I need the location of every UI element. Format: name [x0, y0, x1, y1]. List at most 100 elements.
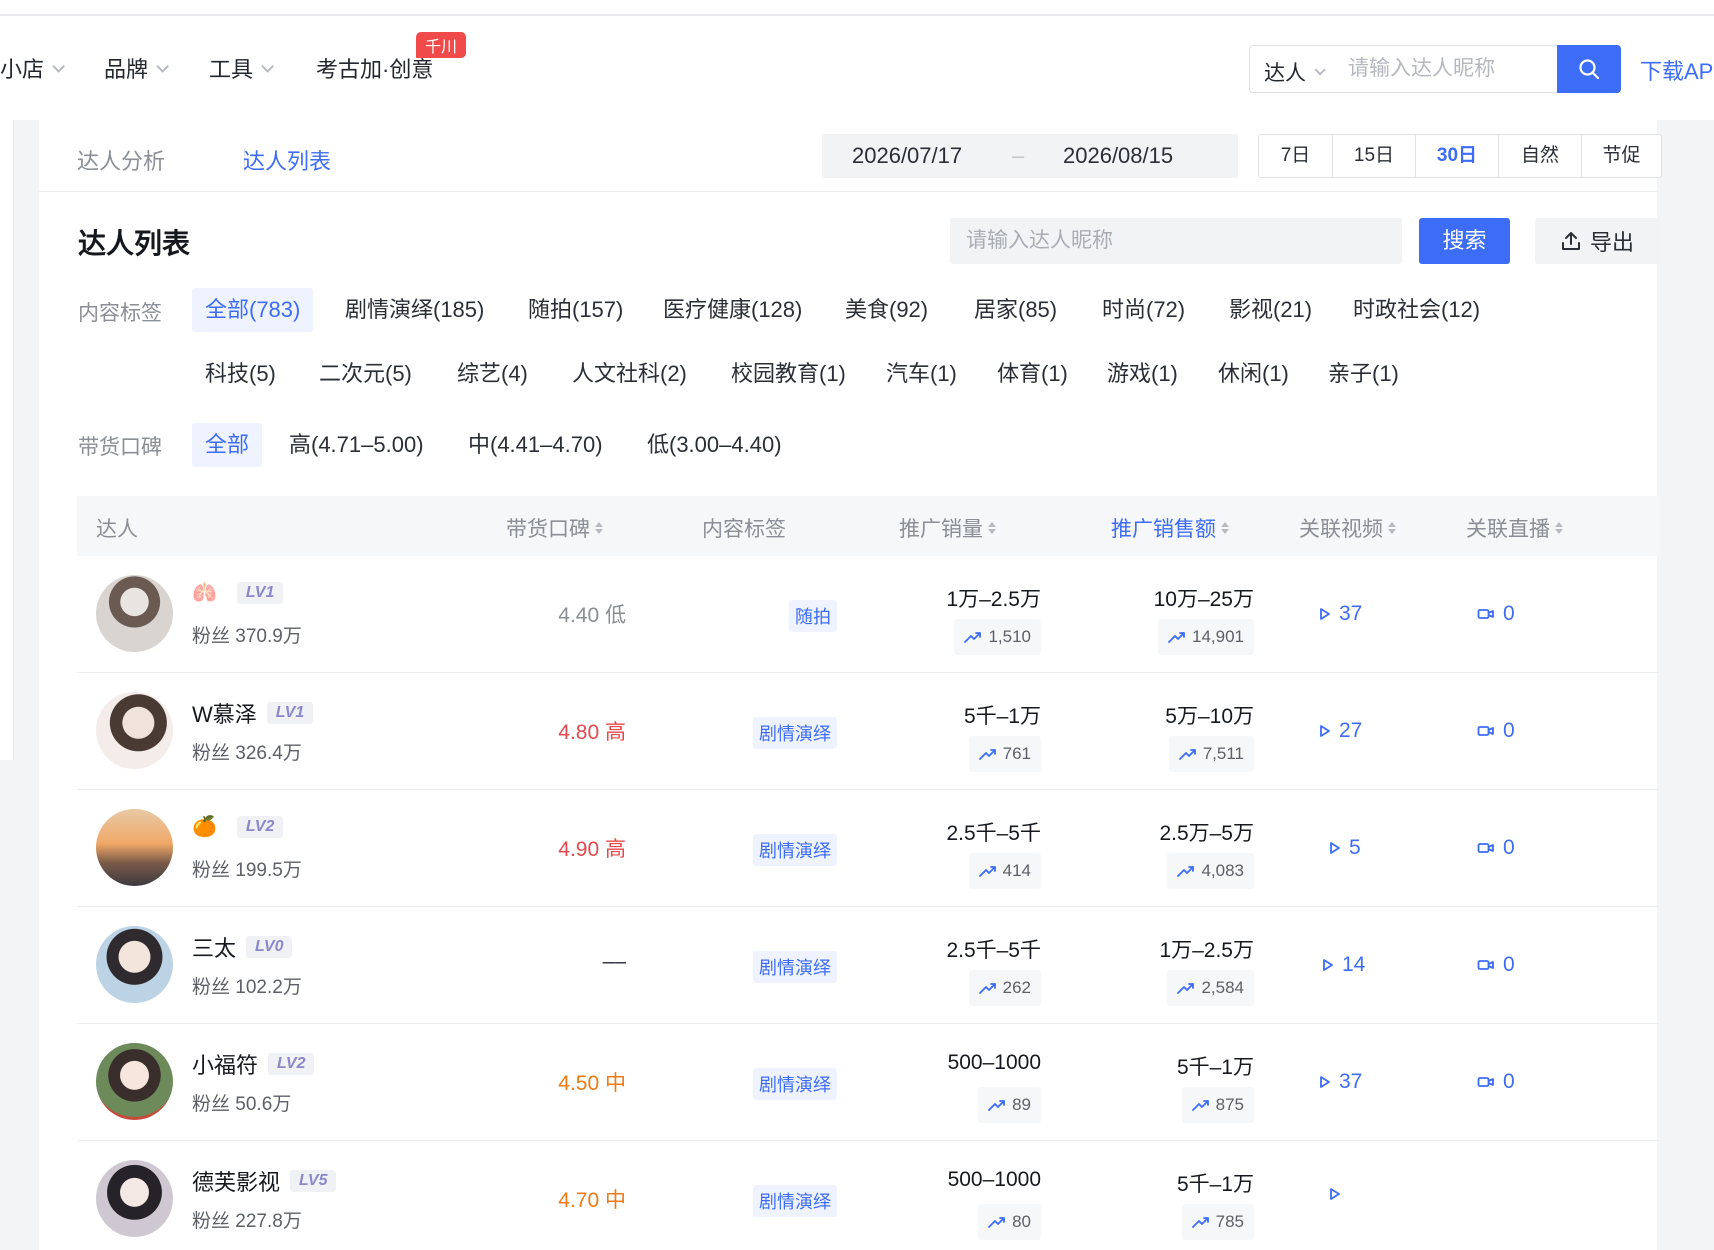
nav-item-shop[interactable]: 小店	[0, 52, 66, 84]
related-lives-link[interactable]: 0	[1477, 719, 1515, 743]
nav-item-tools[interactable]: 工具	[209, 52, 275, 84]
level-badge: LV1	[236, 581, 284, 604]
avatar[interactable]	[96, 692, 173, 769]
content-filter-chip[interactable]: 剧情演绎(185)	[345, 288, 484, 332]
influencer-name[interactable]: 小福符	[192, 1048, 258, 1080]
rating-filter-chip[interactable]: 中(4.41–4.70)	[468, 423, 603, 467]
gmv-trend: 4,083	[1167, 853, 1254, 889]
table-row[interactable]: 三太 LV0 粉丝 102.2万 –– 剧情演绎 2.5千–5千 262 1万–…	[77, 907, 1659, 1024]
rating-value: 4.90 高	[558, 838, 626, 861]
avatar[interactable]	[96, 809, 173, 886]
gmv-range: 5万–10万	[1165, 705, 1254, 728]
quick-promo[interactable]: 节促	[1582, 135, 1661, 177]
fan-count: 粉丝 326.4万	[192, 743, 302, 764]
column-label: 内容标签	[702, 518, 786, 541]
camera-icon	[1477, 726, 1494, 736]
content-filter-chip[interactable]: 全部(783)	[192, 288, 314, 332]
global-search-button[interactable]	[1557, 45, 1621, 93]
content-filter-chip[interactable]: 人文社科(2)	[572, 352, 687, 396]
related-videos-link[interactable]: 5	[1329, 836, 1361, 860]
search-type-label: 达人	[1264, 62, 1306, 85]
column-videos[interactable]: 关联视频	[1299, 513, 1396, 543]
trend-up-icon	[988, 1217, 1005, 1228]
content-filter-chip[interactable]: 休闲(1)	[1218, 352, 1289, 396]
table-row[interactable]: 🍊 LV2 粉丝 199.5万 4.90 高 剧情演绎 2.5千–5千 414 …	[77, 790, 1659, 907]
search-type-select[interactable]: 达人	[1264, 57, 1326, 87]
related-lives-link[interactable]: 0	[1477, 836, 1515, 860]
rating-filter-chip[interactable]: 全部	[192, 423, 263, 467]
content-filter-chip[interactable]: 综艺(4)	[457, 352, 528, 396]
fan-count: 粉丝 199.5万	[192, 860, 302, 881]
influencer-name[interactable]: W慕泽	[192, 697, 257, 729]
nav-item-brand[interactable]: 品牌	[104, 52, 170, 84]
avatar[interactable]	[96, 1043, 173, 1120]
content-filter-chip[interactable]: 影视(21)	[1229, 288, 1312, 332]
table-row[interactable]: W慕泽 LV1 粉丝 326.4万 4.80 高 剧情演绎 5千–1万 761 …	[77, 673, 1659, 790]
influencer-search-input[interactable]	[950, 218, 1402, 264]
content-filter-chip[interactable]: 居家(85)	[974, 288, 1057, 332]
avatar[interactable]	[96, 926, 173, 1003]
column-label: 推广销量	[899, 518, 983, 541]
column-sales[interactable]: 推广销量	[899, 513, 996, 543]
column-gmv[interactable]: 推广销售额	[1111, 513, 1229, 543]
page-title: 达人列表	[78, 228, 191, 259]
content-filter-chip[interactable]: 美食(92)	[845, 288, 928, 332]
content-filter-chip[interactable]: 时尚(72)	[1102, 288, 1185, 332]
related-lives-link[interactable]: 0	[1477, 953, 1515, 977]
content-filter-chip[interactable]: 游戏(1)	[1107, 352, 1178, 396]
search-button[interactable]: 搜索	[1419, 218, 1510, 264]
name-line: 小福符 LV2	[192, 1048, 315, 1080]
quick-7d[interactable]: 7日	[1259, 135, 1333, 177]
related-lives-link[interactable]: 0	[1477, 602, 1515, 626]
content-filter-chip[interactable]: 体育(1)	[997, 352, 1068, 396]
column-lives[interactable]: 关联直播	[1466, 513, 1563, 543]
table-row[interactable]: 小福符 LV2 粉丝 50.6万 4.50 中 剧情演绎 500–1000 89…	[77, 1024, 1659, 1141]
rating-value: 4.50 中	[558, 1072, 626, 1095]
related-lives-link[interactable]: 0	[1477, 1070, 1515, 1094]
tab-influencer-list[interactable]: 达人列表	[243, 144, 331, 176]
rating-filter-chip[interactable]: 高(4.71–5.00)	[289, 423, 424, 467]
download-app-link[interactable]: 下载AP	[1640, 54, 1713, 86]
avatar[interactable]	[96, 1160, 173, 1237]
content-filter-chip[interactable]: 时政社会(12)	[1353, 288, 1480, 332]
content-filter-chip[interactable]: 校园教育(1)	[731, 352, 846, 396]
related-videos-link[interactable]	[1329, 1187, 1349, 1201]
video-count: 37	[1339, 1070, 1363, 1093]
camera-icon	[1477, 1077, 1494, 1087]
avatar[interactable]	[96, 575, 173, 652]
content-filter-chip[interactable]: 科技(5)	[205, 352, 276, 396]
sales-range: 2.5千–5千	[946, 939, 1041, 962]
quick-natural[interactable]: 自然	[1499, 135, 1582, 177]
content-filter-chip[interactable]: 亲子(1)	[1328, 352, 1399, 396]
influencer-name[interactable]: 三太	[192, 931, 236, 963]
global-search-input[interactable]	[1348, 52, 1518, 86]
name-line: 🍊 LV2	[192, 814, 284, 839]
influencer-name[interactable]: 德芙影视	[192, 1165, 280, 1197]
gmv-trend-value: 2,584	[1201, 978, 1244, 997]
related-videos-link[interactable]: 14	[1322, 953, 1365, 977]
play-icon	[1330, 1188, 1340, 1200]
related-videos-link[interactable]: 37	[1319, 602, 1362, 626]
column-content-tag: 内容标签	[702, 513, 786, 543]
sales-trend: 262	[968, 970, 1041, 1006]
table-row[interactable]: 🫁 LV1 粉丝 370.9万 4.40 低 随拍 1万–2.5万 1,510 …	[77, 556, 1659, 673]
content-filter-chip[interactable]: 汽车(1)	[886, 352, 957, 396]
rating-filter-chip[interactable]: 低(3.00–4.40)	[647, 423, 782, 467]
gmv-trend: 14,901	[1158, 619, 1254, 655]
sales-trend: 89	[978, 1087, 1041, 1123]
export-button[interactable]: 导出	[1535, 218, 1659, 264]
tab-influencer-analysis[interactable]: 达人分析	[77, 144, 165, 176]
column-rating[interactable]: 带货口碑	[506, 513, 603, 543]
quick-15d[interactable]: 15日	[1333, 135, 1416, 177]
related-videos-link[interactable]: 27	[1319, 719, 1362, 743]
table-row[interactable]: 德芙影视 LV5 粉丝 227.8万 4.70 中 剧情演绎 500–1000 …	[77, 1141, 1659, 1250]
quick-30d[interactable]: 30日	[1416, 135, 1499, 177]
content-filter-chip[interactable]: 二次元(5)	[319, 352, 412, 396]
live-count: 0	[1503, 719, 1515, 742]
content-filter-chip[interactable]: 医疗健康(128)	[663, 288, 802, 332]
date-range-picker[interactable]: 2026/07/17 – 2026/08/15	[822, 134, 1238, 178]
related-videos-link[interactable]: 37	[1319, 1070, 1362, 1094]
content-filter-chip[interactable]: 随拍(157)	[528, 288, 623, 332]
column-influencer: 达人	[96, 513, 138, 543]
video-count: 5	[1349, 836, 1361, 859]
